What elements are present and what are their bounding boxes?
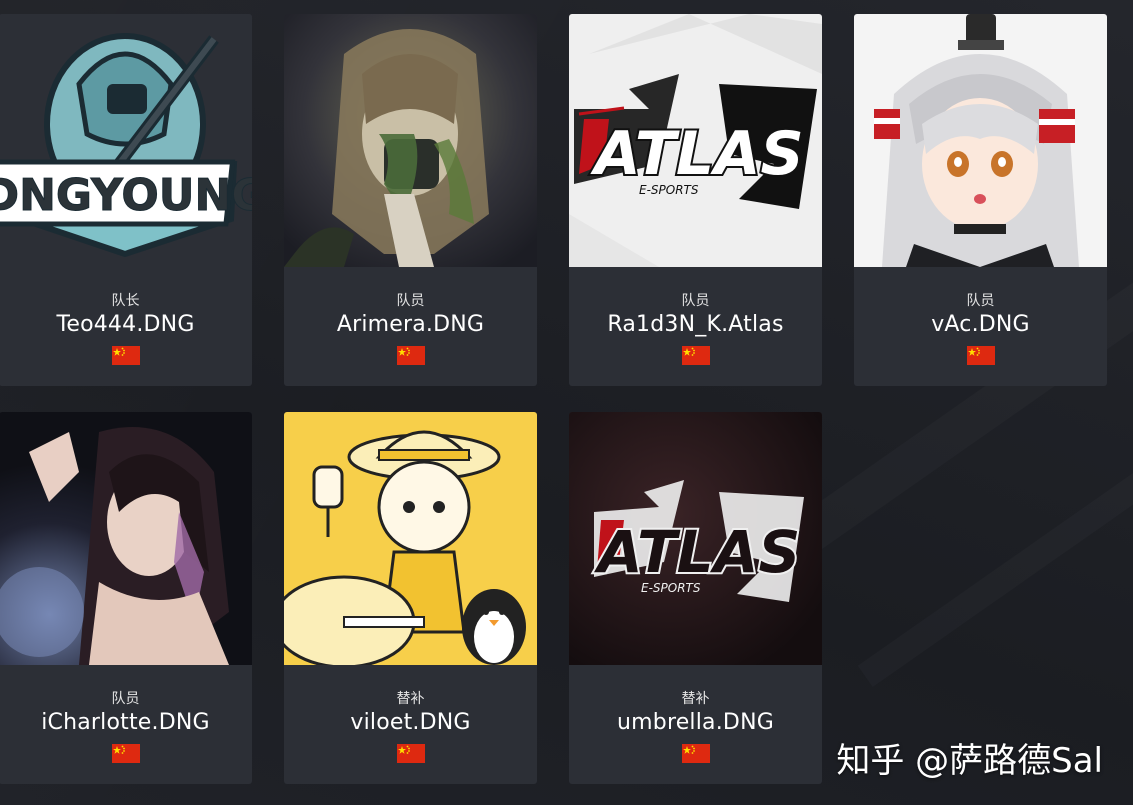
player-card[interactable]: ATLAS E-SPORTS 替补 umbrella.DNG [569,412,822,784]
atlas-logo-subtext: E-SPORTS [639,183,699,197]
zhihu-watermark: 知乎 @萨路德Sal [836,741,1103,781]
player-role: 替补 [681,691,710,707]
player-name[interactable]: Ra1d3N_K.Atlas [569,312,822,337]
player-card[interactable]: 队员 iCharlotte.DNG [0,412,252,784]
player-card[interactable]: DNGYOUNG 队长 Teo444.DNG [0,14,252,386]
china-flag-icon [682,744,710,763]
player-role: 替补 [396,691,425,707]
player-role: 队员 [396,293,425,309]
player-avatar-anime-girl-white-hair [854,14,1107,267]
player-avatar-cartoon-girl-guitar [284,412,537,665]
china-flag-icon [397,346,425,365]
dngyoung-logo-text: DNGYOUNG [0,170,252,221]
player-role: 队员 [966,293,995,309]
player-avatar-atlas-esports-logo-light: ATLAS E-SPORTS [569,14,822,267]
china-flag-icon [397,744,425,763]
china-flag-icon [967,346,995,365]
player-avatar-painted-girl-portrait [284,14,537,267]
player-avatar-photo-portrait [0,412,252,665]
player-role: 队长 [111,293,140,309]
player-card[interactable]: ATLAS E-SPORTS 队员 Ra1d3N_K.Atlas [569,14,822,386]
player-name[interactable]: umbrella.DNG [569,710,822,735]
china-flag-icon [112,346,140,365]
roster-page: DNGYOUNG 队长 Teo444.DNG 队员 Arimera.DNG AT… [0,0,1133,805]
player-role: 队员 [681,293,710,309]
player-name[interactable]: Arimera.DNG [284,312,537,337]
player-card[interactable]: 替补 viloet.DNG [284,412,537,784]
player-card[interactable]: 队员 Arimera.DNG [284,14,537,386]
china-flag-icon [682,346,710,365]
atlas-logo-subtext: E-SPORTS [641,581,701,595]
player-name[interactable]: vAc.DNG [854,312,1107,337]
atlas-logo-text: ATLAS [594,518,801,586]
player-name[interactable]: viloet.DNG [284,710,537,735]
player-name[interactable]: Teo444.DNG [0,312,252,337]
china-flag-icon [112,744,140,763]
player-card[interactable]: 队员 vAc.DNG [854,14,1107,386]
atlas-logo-text: ATLAS [590,119,804,189]
player-role: 队员 [111,691,140,707]
player-name[interactable]: iCharlotte.DNG [0,710,252,735]
player-avatar-atlas-esports-logo-dark: ATLAS E-SPORTS [569,412,822,665]
player-avatar-dngyoung-logo: DNGYOUNG [0,14,252,267]
